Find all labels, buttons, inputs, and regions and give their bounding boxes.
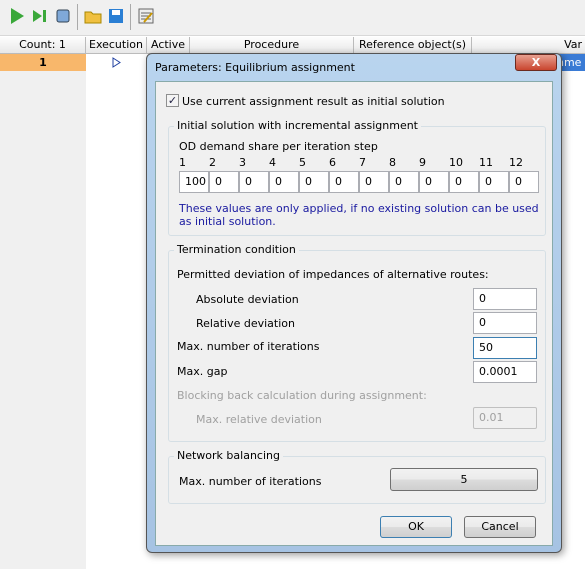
absolute-deviation-input[interactable]: 0	[473, 288, 537, 310]
step-number: 11	[479, 156, 493, 169]
step-number: 2	[209, 156, 216, 169]
blocking-label: Blocking back calculation during assignm…	[177, 389, 427, 402]
max-relative-deviation-input[interactable]: 0.01	[473, 407, 537, 429]
step-number: 10	[449, 156, 463, 169]
close-button[interactable]: X	[515, 54, 557, 71]
save-icon[interactable]	[106, 6, 126, 26]
toolbar-separator	[130, 4, 131, 30]
initial-solution-group: Initial solution with incremental assign…	[168, 119, 546, 236]
step-share-input[interactable]: 0	[209, 171, 239, 193]
initial-note: These values are only applied, if no exi…	[179, 202, 539, 228]
run-icon[interactable]	[7, 6, 27, 26]
absolute-label: Absolute deviation	[196, 293, 299, 306]
termination-title: Termination condition	[174, 243, 299, 256]
edit-list-icon[interactable]	[136, 6, 156, 26]
cancel-button[interactable]: Cancel	[464, 516, 536, 538]
step-share-input[interactable]: 0	[389, 171, 419, 193]
step-share-input[interactable]: 0	[359, 171, 389, 193]
permitted-label: Permitted deviation of impedances of alt…	[177, 268, 489, 281]
step-share-input[interactable]: 0	[509, 171, 539, 193]
toolbar	[0, 0, 585, 36]
step-number: 3	[239, 156, 246, 169]
network-max-iter-label: Max. number of iterations	[179, 475, 322, 488]
ok-button[interactable]: OK	[380, 516, 452, 538]
step-number: 5	[299, 156, 306, 169]
play-outline-icon[interactable]	[112, 57, 121, 71]
step-share-input[interactable]: 0	[329, 171, 359, 193]
dialog-title: Parameters: Equilibrium assignment	[155, 61, 355, 74]
step-share-input[interactable]: 100	[179, 171, 209, 193]
step-number: 12	[509, 156, 523, 169]
table-header: Count: 1 Execution Active Procedure Refe…	[0, 37, 585, 54]
column-reference-objects[interactable]: Reference object(s)	[354, 37, 472, 54]
run-step-icon[interactable]	[30, 6, 50, 26]
max-gap-label: Max. gap	[177, 365, 228, 378]
network-max-iterations-button[interactable]: 5	[390, 468, 538, 491]
use-current-label: Use current assignment result as initial…	[182, 95, 445, 108]
column-execution[interactable]: Execution	[86, 37, 147, 54]
network-title: Network balancing	[174, 449, 283, 462]
initial-group-title: Initial solution with incremental assign…	[174, 119, 421, 132]
network-balancing-group: Network balancing Max. number of iterati…	[168, 449, 546, 504]
step-number: 1	[179, 156, 186, 169]
stop-icon[interactable]	[53, 6, 73, 26]
open-folder-icon[interactable]	[83, 6, 103, 26]
termination-group: Termination condition Permitted deviatio…	[168, 243, 546, 442]
step-share-input[interactable]: 0	[479, 171, 509, 193]
step-number: 8	[389, 156, 396, 169]
max-iterations-input[interactable]: 50	[473, 337, 537, 359]
share-label: OD demand share per iteration step	[179, 140, 378, 153]
use-current-checkbox[interactable]: ✓	[166, 94, 179, 107]
step-number: 7	[359, 156, 366, 169]
dialog-body: ✓ Use current assignment result as initi…	[155, 81, 553, 546]
relative-deviation-input[interactable]: 0	[473, 312, 537, 334]
step-share-input[interactable]: 0	[269, 171, 299, 193]
step-share-input[interactable]: 0	[449, 171, 479, 193]
relative-label: Relative deviation	[196, 317, 295, 330]
column-count[interactable]: Count: 1	[0, 37, 86, 54]
max-iter-label: Max. number of iterations	[177, 340, 320, 353]
column-active[interactable]: Active	[147, 37, 190, 54]
step-share-input[interactable]: 0	[419, 171, 449, 193]
step-number: 6	[329, 156, 336, 169]
column-procedure[interactable]: Procedure	[190, 37, 354, 54]
step-share-input[interactable]: 0	[299, 171, 329, 193]
row-header-column	[0, 71, 86, 569]
row-number: 1	[0, 54, 86, 71]
equilibrium-parameters-dialog: Parameters: Equilibrium assignment X ✓ U…	[146, 53, 562, 553]
max-gap-input[interactable]: 0.0001	[473, 361, 537, 383]
step-number: 9	[419, 156, 426, 169]
step-share-input[interactable]: 0	[239, 171, 269, 193]
toolbar-separator	[77, 4, 78, 30]
column-var[interactable]: Var	[472, 37, 585, 54]
step-number: 4	[269, 156, 276, 169]
max-rel-dev-label: Max. relative deviation	[196, 413, 322, 426]
